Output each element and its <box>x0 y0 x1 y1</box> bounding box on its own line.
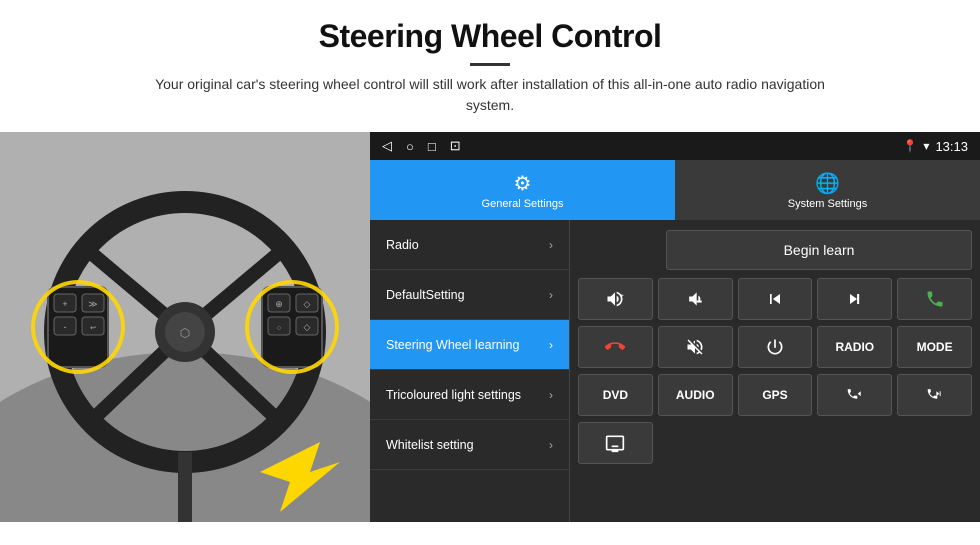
tab-system-label: System Settings <box>788 198 867 210</box>
svg-text:-: - <box>64 322 67 332</box>
tab-system[interactable]: 🌐 System Settings <box>675 160 980 220</box>
title-divider <box>470 63 510 66</box>
menu-item-radio-chevron: › <box>549 238 553 252</box>
menu-item-default[interactable]: DefaultSetting › <box>370 270 569 320</box>
menu-item-tricoloured-chevron: › <box>549 388 553 402</box>
svg-text:◇: ◇ <box>304 299 311 309</box>
svg-text:⊕: ⊕ <box>275 299 283 309</box>
home-icon: ○ <box>406 139 414 154</box>
svg-text:+: + <box>620 292 624 299</box>
begin-learn-label: Begin learn <box>784 242 855 258</box>
status-bar-right: 📍 ▾ 13:13 <box>902 139 968 154</box>
vol-up-button[interactable]: + <box>578 278 653 320</box>
steering-wheel-area: ⬡ + ≫ - ↩ ⊕ ◇ ○ ◇ <box>0 132 370 522</box>
vol-down-button[interactable] <box>658 278 733 320</box>
svg-text:○: ○ <box>277 325 281 332</box>
begin-learn-button[interactable]: Begin learn <box>666 230 972 270</box>
begin-learn-row: Begin learn <box>578 228 972 272</box>
menu-item-tricoloured-label: Tricoloured light settings <box>386 388 549 402</box>
menu-item-whitelist-chevron: › <box>549 438 553 452</box>
audio-button[interactable]: AUDIO <box>658 374 733 416</box>
gps-button[interactable]: GPS <box>738 374 813 416</box>
tab-bar: ⚙ General Settings 🌐 System Settings <box>370 160 980 220</box>
menu-item-steering-label: Steering Wheel learning <box>386 338 549 352</box>
location-icon: 📍 <box>902 139 917 153</box>
dvd-button[interactable]: DVD <box>578 374 653 416</box>
prev-track-button[interactable] <box>738 278 813 320</box>
menu-list: Radio › DefaultSetting › Steering Wheel … <box>370 220 570 522</box>
radio-button[interactable]: RADIO <box>817 326 892 368</box>
tab-general[interactable]: ⚙ General Settings <box>370 160 675 220</box>
extra-button[interactable] <box>578 422 653 464</box>
controls-row-2: RADIO MODE <box>578 326 972 368</box>
controls-panel: Begin learn + <box>570 220 980 522</box>
svg-text:≫: ≫ <box>88 299 97 309</box>
status-bar-left: ◁ ○ □ ⊡ <box>382 138 461 154</box>
menu-icon: ⊡ <box>450 138 461 154</box>
menu-item-whitelist-label: Whitelist setting <box>386 438 549 452</box>
menu-item-default-label: DefaultSetting <box>386 288 549 302</box>
recent-icon: □ <box>428 139 436 154</box>
controls-row-1: + <box>578 278 972 320</box>
main-panel: Radio › DefaultSetting › Steering Wheel … <box>370 220 980 522</box>
menu-item-default-chevron: › <box>549 288 553 302</box>
general-settings-icon: ⚙ <box>514 171 532 196</box>
mute-button[interactable] <box>658 326 733 368</box>
tel-prev-button[interactable] <box>817 374 892 416</box>
back-icon: ◁ <box>382 138 392 154</box>
svg-text:◇: ◇ <box>304 322 311 332</box>
android-ui: ◁ ○ □ ⊡ 📍 ▾ 13:13 ⚙ General Settings 🌐 S… <box>370 132 980 522</box>
top-section: Steering Wheel Control Your original car… <box>0 0 980 128</box>
controls-row-4 <box>578 422 972 464</box>
phone-answer-button[interactable] <box>897 278 972 320</box>
content-area: ⬡ + ≫ - ↩ ⊕ ◇ ○ ◇ <box>0 132 980 522</box>
menu-item-radio-label: Radio <box>386 238 549 252</box>
status-time: 13:13 <box>935 139 968 154</box>
page-subtitle: Your original car's steering wheel contr… <box>150 74 830 116</box>
status-bar: ◁ ○ □ ⊡ 📍 ▾ 13:13 <box>370 132 980 160</box>
menu-item-whitelist[interactable]: Whitelist setting › <box>370 420 569 470</box>
hang-up-button[interactable] <box>578 326 653 368</box>
next-track-button[interactable] <box>817 278 892 320</box>
menu-item-steering[interactable]: Steering Wheel learning › <box>370 320 569 370</box>
tab-general-label: General Settings <box>482 198 564 210</box>
svg-text:↩: ↩ <box>90 325 96 332</box>
menu-item-tricoloured[interactable]: Tricoloured light settings › <box>370 370 569 420</box>
controls-row-3: DVD AUDIO GPS <box>578 374 972 416</box>
menu-item-radio[interactable]: Radio › <box>370 220 569 270</box>
wifi-icon: ▾ <box>923 139 929 153</box>
svg-text:⬡: ⬡ <box>180 326 190 340</box>
menu-item-steering-chevron: › <box>549 338 553 352</box>
page-title: Steering Wheel Control <box>60 18 920 55</box>
mode-button[interactable]: MODE <box>897 326 972 368</box>
svg-text:+: + <box>62 299 67 309</box>
tel-next-button[interactable] <box>897 374 972 416</box>
power-button[interactable] <box>738 326 813 368</box>
system-settings-icon: 🌐 <box>815 171 840 196</box>
